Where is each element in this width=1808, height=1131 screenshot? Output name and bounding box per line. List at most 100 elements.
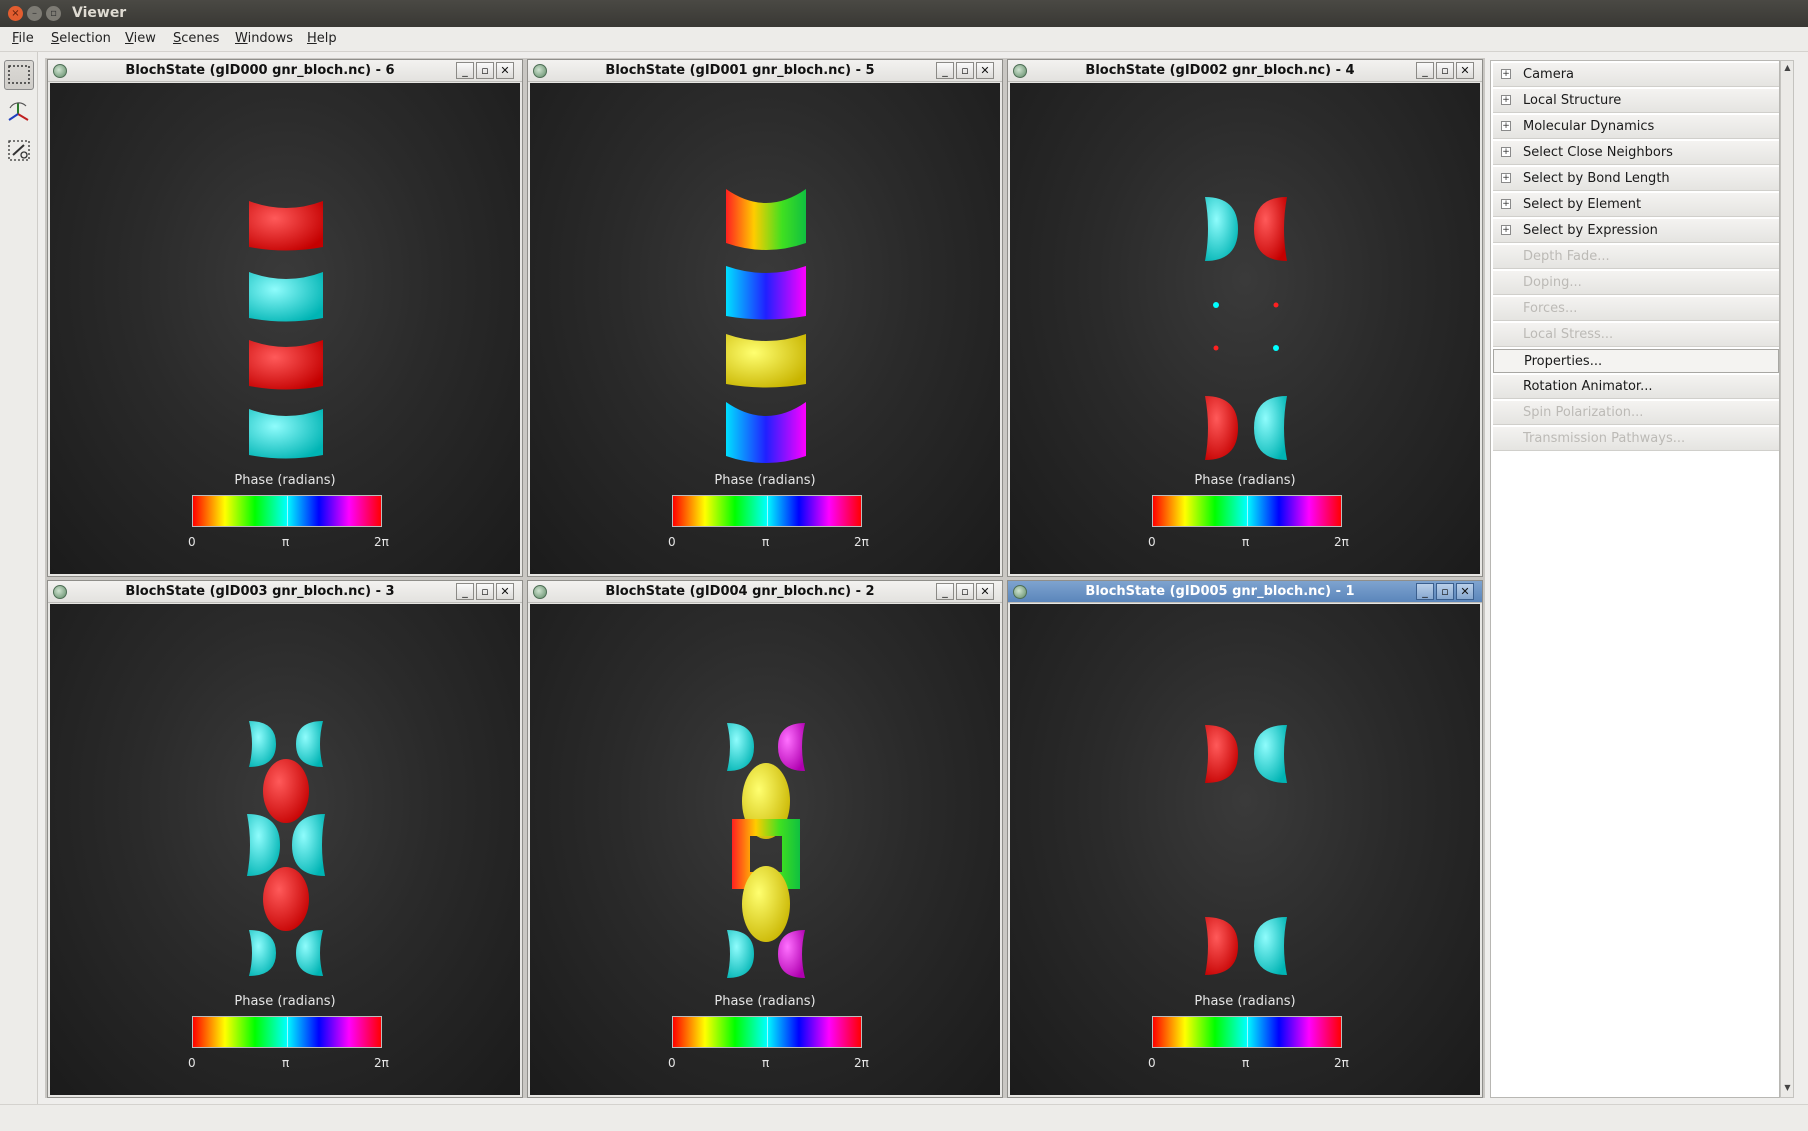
- subwindow-title-bar[interactable]: BlochState (gID003 gnr_bloch.nc) - 3 _ ▫…: [48, 581, 522, 603]
- minimize-subwindow-button[interactable]: _: [936, 583, 954, 600]
- orbital-half-lobe-cyan: [1254, 917, 1287, 975]
- colorbar-tick: 0: [188, 1056, 196, 1070]
- 3d-viewport[interactable]: Phase (radians) 0 π 2π: [530, 83, 1000, 574]
- close-window-icon[interactable]: ×: [8, 6, 23, 21]
- minimize-subwindow-button[interactable]: _: [936, 62, 954, 79]
- orbital-lobe-blue: [726, 266, 806, 320]
- colorbar-tick: 0: [1148, 1056, 1156, 1070]
- panel-item-label: Local Structure: [1523, 93, 1622, 108]
- expand-icon[interactable]: +: [1501, 225, 1511, 235]
- minimize-window-icon[interactable]: –: [27, 6, 42, 21]
- minimize-subwindow-button[interactable]: _: [1416, 62, 1434, 79]
- menu-scenes[interactable]: Scenes: [173, 31, 219, 46]
- panel-item-local-structure[interactable]: + Local Structure: [1493, 89, 1779, 113]
- panel-item-label: Select by Expression: [1523, 223, 1658, 238]
- expand-icon[interactable]: +: [1501, 173, 1511, 183]
- close-subwindow-button[interactable]: ✕: [496, 583, 514, 600]
- expand-icon[interactable]: +: [1501, 199, 1511, 209]
- panel-item-label: Transmission Pathways...: [1523, 431, 1686, 446]
- colorbar-title: Phase (radians): [1194, 473, 1296, 488]
- orbital-half-lobe-red: [1254, 197, 1287, 261]
- orbital-half-lobe-cyan: [292, 814, 325, 876]
- subwindow-3[interactable]: BlochState (gID003 gnr_bloch.nc) - 3 _ ▫…: [47, 580, 523, 1098]
- colorbar-tick: π: [762, 1056, 770, 1070]
- minimize-subwindow-button[interactable]: _: [1416, 583, 1434, 600]
- subwindow-title: BlochState (gID005 gnr_bloch.nc) - 1: [1085, 584, 1355, 599]
- subwindow-title-bar[interactable]: BlochState (gID000 gnr_bloch.nc) - 6 _ ▫…: [48, 60, 522, 82]
- 3d-viewport[interactable]: Phase (radians) 0 π 2π: [530, 604, 1000, 1095]
- restore-subwindow-button[interactable]: ▫: [956, 62, 974, 79]
- orbital-half-lobe-cyan: [296, 930, 323, 976]
- subwindow-title-bar[interactable]: BlochState (gID004 gnr_bloch.nc) - 2 _ ▫…: [528, 581, 1002, 603]
- subwindow-title-bar[interactable]: BlochState (gID001 gnr_bloch.nc) - 5 _ ▫…: [528, 60, 1002, 82]
- lasso-select-icon[interactable]: [4, 136, 34, 166]
- 3d-viewport[interactable]: Phase (radians) 0 π 2π: [50, 604, 520, 1095]
- subwindow-4[interactable]: BlochState (gID004 gnr_bloch.nc) - 2 _ ▫…: [527, 580, 1003, 1098]
- expand-icon[interactable]: +: [1501, 121, 1511, 131]
- orbital-lobe-cyan: [249, 409, 323, 459]
- close-subwindow-button[interactable]: ✕: [1456, 62, 1474, 79]
- subwindow-0[interactable]: BlochState (gID000 gnr_bloch.nc) - 6 _ ▫…: [47, 59, 523, 577]
- minimize-subwindow-button[interactable]: _: [456, 583, 474, 600]
- menu-help[interactable]: Help: [307, 31, 337, 46]
- subwindow-1[interactable]: BlochState (gID001 gnr_bloch.nc) - 5 _ ▫…: [527, 59, 1003, 577]
- maximize-window-icon[interactable]: ▫: [46, 6, 61, 21]
- colorbar-tick: 0: [668, 1056, 676, 1070]
- scroll-down-icon[interactable]: ▼: [1782, 1083, 1793, 1095]
- expand-icon[interactable]: +: [1501, 95, 1511, 105]
- orbital-blob-red: [263, 759, 309, 823]
- orbital-half-lobe-red: [1205, 725, 1238, 783]
- panel-item-select-by-bond-length[interactable]: + Select by Bond Length: [1493, 167, 1779, 191]
- panel-item-select-by-expression[interactable]: + Select by Expression: [1493, 219, 1779, 243]
- panel-item-spin-polarization: Spin Polarization...: [1493, 401, 1779, 425]
- expand-icon[interactable]: +: [1501, 69, 1511, 79]
- menu-bar: File Selection View Scenes Windows Help: [0, 27, 1808, 52]
- menu-view[interactable]: View: [125, 31, 156, 46]
- subwindow-title-bar[interactable]: BlochState (gID005 gnr_bloch.nc) - 1 _ ▫…: [1008, 581, 1482, 603]
- panel-item-label: Properties...: [1524, 354, 1603, 369]
- orbital-blob-yellow: [742, 866, 790, 942]
- app-logo-icon: [533, 64, 547, 78]
- restore-subwindow-button[interactable]: ▫: [1436, 62, 1454, 79]
- colorbar-tick: 0: [188, 535, 196, 549]
- subwindow-title-bar[interactable]: BlochState (gID002 gnr_bloch.nc) - 4 _ ▫…: [1008, 60, 1482, 82]
- close-subwindow-button[interactable]: ✕: [976, 62, 994, 79]
- subwindow-5[interactable]: BlochState (gID005 gnr_bloch.nc) - 1 _ ▫…: [1007, 580, 1483, 1098]
- restore-subwindow-button[interactable]: ▫: [476, 62, 494, 79]
- menu-selection[interactable]: Selection: [51, 31, 111, 46]
- scroll-up-icon[interactable]: ▲: [1782, 63, 1793, 75]
- orbital-half-lobe-cyan: [727, 930, 754, 978]
- close-subwindow-button[interactable]: ✕: [496, 62, 514, 79]
- menu-file[interactable]: File: [12, 31, 34, 46]
- orbital-dot-red: [1273, 302, 1279, 308]
- panel-scrollbar[interactable]: ▲ ▼: [1780, 60, 1794, 1098]
- 3d-viewport[interactable]: Phase (radians) 0 π 2π: [50, 83, 520, 574]
- phase-colorbar: [192, 495, 382, 527]
- rotate-axes-icon[interactable]: [4, 98, 34, 128]
- colorbar-title: Phase (radians): [714, 473, 816, 488]
- restore-subwindow-button[interactable]: ▫: [956, 583, 974, 600]
- panel-item-properties[interactable]: Properties...: [1493, 349, 1779, 373]
- panel-item-select-by-element[interactable]: + Select by Element: [1493, 193, 1779, 217]
- panel-item-camera[interactable]: + Camera: [1493, 63, 1779, 87]
- expand-icon[interactable]: +: [1501, 147, 1511, 157]
- menu-windows[interactable]: Windows: [235, 31, 293, 46]
- colorbar-tick: π: [282, 1056, 290, 1070]
- phase-colorbar: [672, 1016, 862, 1048]
- subwindow-2[interactable]: BlochState (gID002 gnr_bloch.nc) - 4 _ ▫…: [1007, 59, 1483, 577]
- title-bar: × – ▫ Viewer: [0, 0, 1808, 27]
- colorbar-title: Phase (radians): [1194, 994, 1296, 1009]
- panel-item-molecular-dynamics[interactable]: + Molecular Dynamics: [1493, 115, 1779, 139]
- colorbar-tick: 2π: [854, 1056, 869, 1070]
- restore-subwindow-button[interactable]: ▫: [476, 583, 494, 600]
- close-subwindow-button[interactable]: ✕: [1456, 583, 1474, 600]
- close-subwindow-button[interactable]: ✕: [976, 583, 994, 600]
- panel-item-rotation-animator[interactable]: Rotation Animator...: [1493, 375, 1779, 399]
- colorbar-title: Phase (radians): [714, 994, 816, 1009]
- 3d-viewport[interactable]: Phase (radians) 0 π 2π: [1010, 604, 1480, 1095]
- minimize-subwindow-button[interactable]: _: [456, 62, 474, 79]
- restore-subwindow-button[interactable]: ▫: [1436, 583, 1454, 600]
- panel-item-select-close-neighbors[interactable]: + Select Close Neighbors: [1493, 141, 1779, 165]
- rectangle-select-icon[interactable]: [4, 60, 34, 90]
- 3d-viewport[interactable]: Phase (radians) 0 π 2π: [1010, 83, 1480, 574]
